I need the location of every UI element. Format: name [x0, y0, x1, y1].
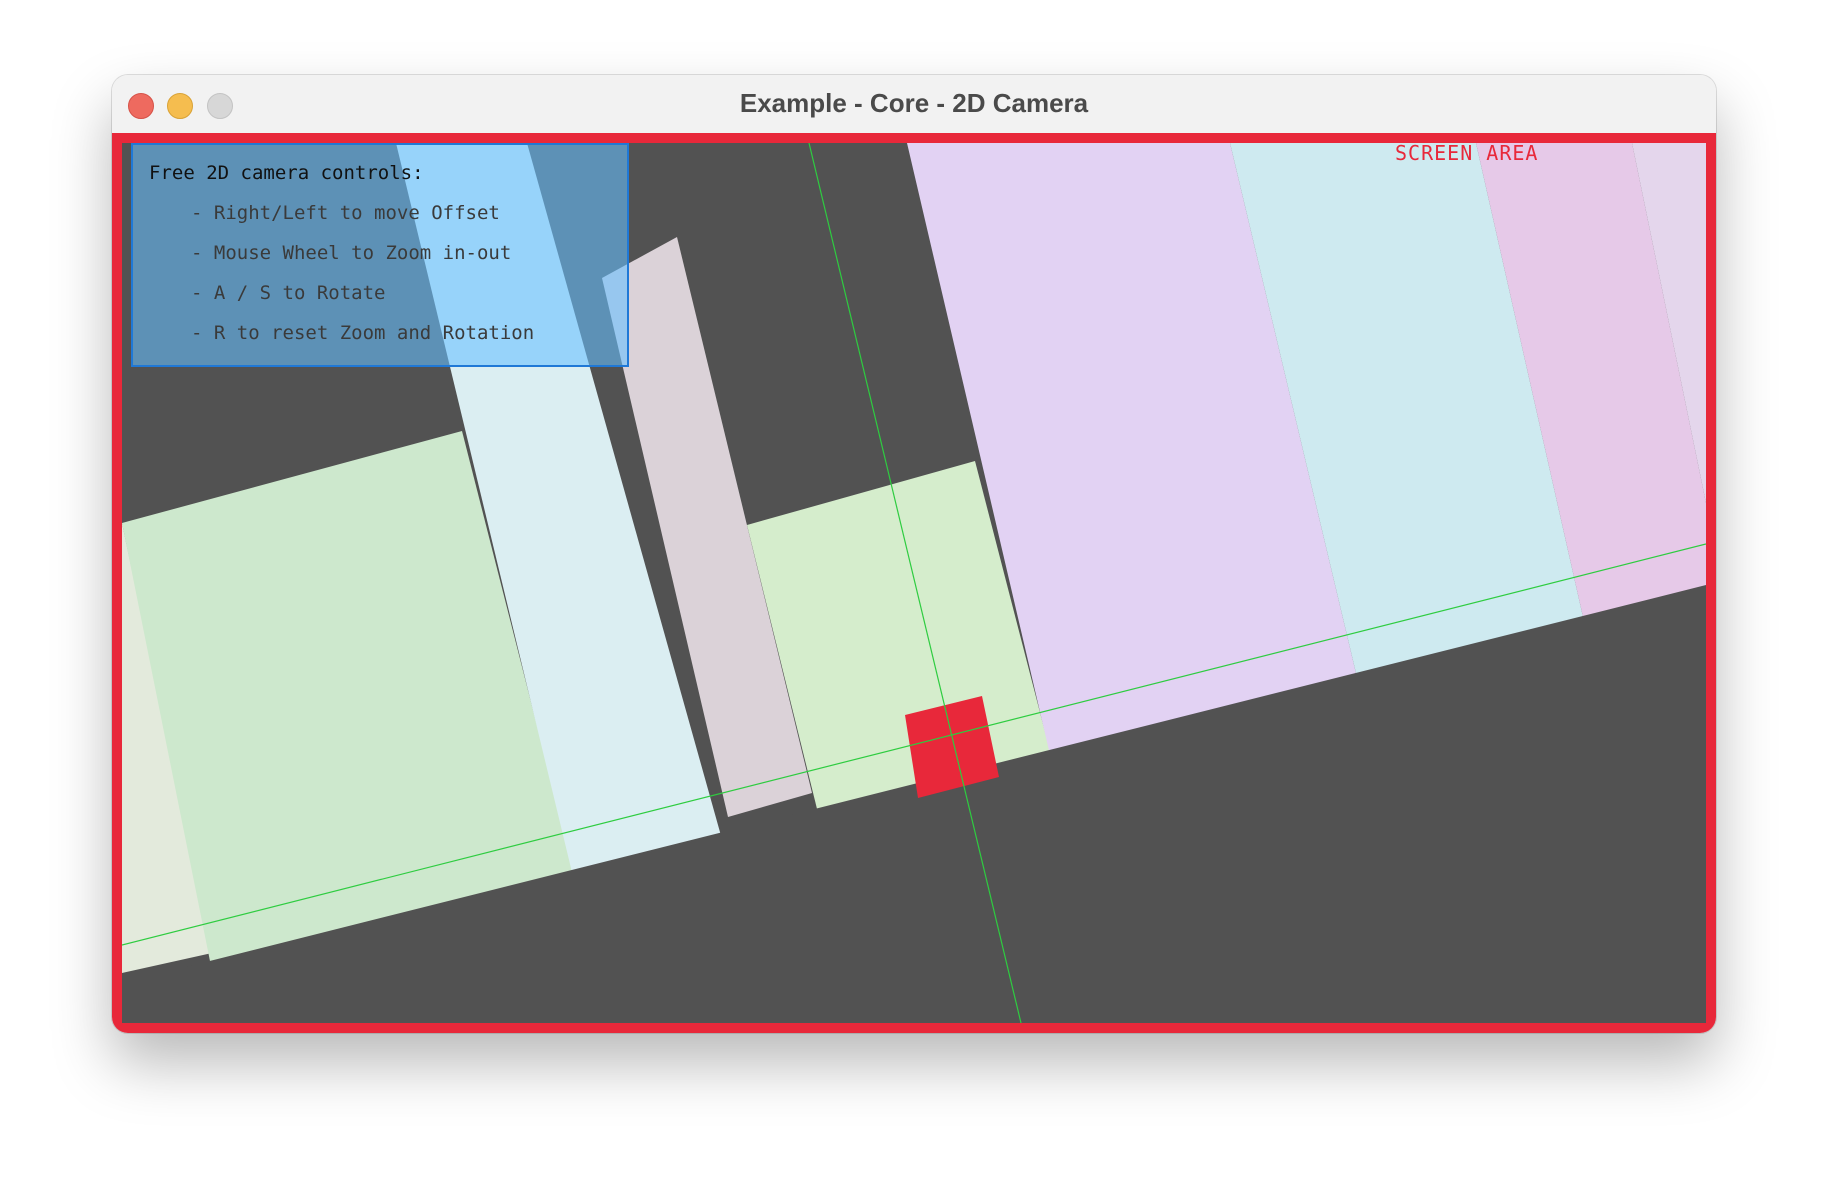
help-title: Free 2D camera controls: — [149, 162, 424, 184]
help-item-zoom: - Mouse Wheel to Zoom in-out — [191, 242, 512, 264]
controls-help-panel: Free 2D camera controls: - Right/Left to… — [131, 143, 629, 367]
window-title: Example - Core - 2D Camera — [739, 88, 1089, 118]
help-item-rotate: - A / S to Rotate — [191, 282, 386, 304]
help-item-reset: - R to reset Zoom and Rotation — [191, 322, 535, 344]
screen-area-label: SCREEN AREA — [1395, 141, 1539, 165]
app-window: Example - Core - 2D Camera Free 2D camer… — [112, 75, 1716, 1033]
game-viewport[interactable]: Free 2D camera controls: - Right/Left to… — [112, 133, 1716, 1033]
title-bar[interactable]: Example - Core - 2D Camera — [112, 75, 1716, 133]
help-item-move-offset: - Right/Left to move Offset — [191, 202, 500, 224]
